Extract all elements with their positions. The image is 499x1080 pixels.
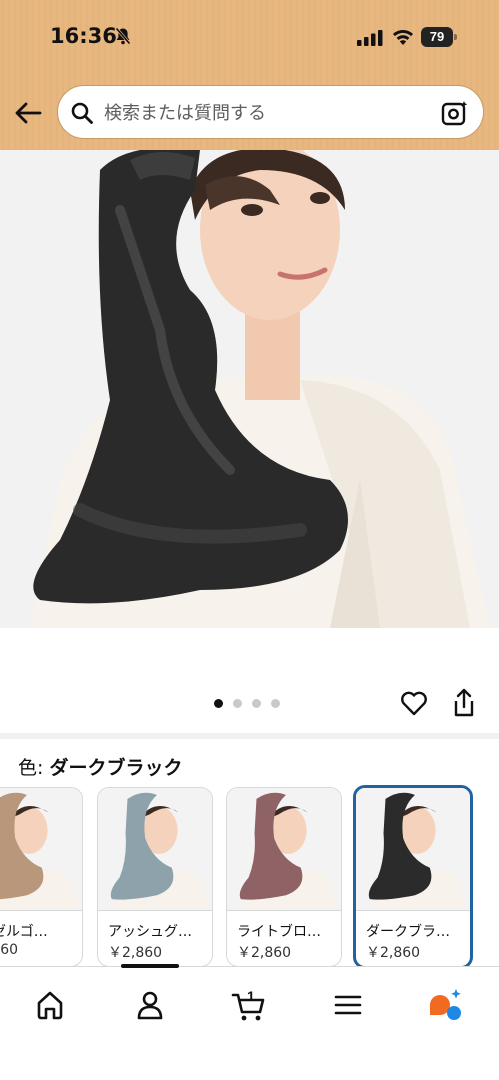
battery-icon: 79 bbox=[421, 27, 457, 47]
section-divider bbox=[0, 733, 499, 739]
product-image[interactable] bbox=[0, 150, 499, 628]
home-icon bbox=[37, 991, 63, 1020]
cellular-signal-icon bbox=[357, 30, 383, 46]
nav-profile[interactable] bbox=[130, 985, 170, 1025]
swatch-price: 2,860 bbox=[0, 942, 19, 958]
swatch-price: ￥2,860 bbox=[237, 945, 292, 961]
color-swatch-option[interactable]: ライトブロ… ￥2,860 bbox=[226, 787, 342, 967]
cart-count: 1 bbox=[247, 988, 255, 1004]
pager-dot-2[interactable] bbox=[233, 699, 242, 708]
swatch-price: ￥2,860 bbox=[108, 945, 163, 961]
profile-icon bbox=[137, 991, 163, 1020]
image-spacer bbox=[0, 628, 499, 668]
color-swatch-list: ーゼルゴ… 2,860 アッシュグ… ￥2,860 bbox=[0, 785, 499, 970]
swatch-name: アッシュグ… bbox=[108, 924, 192, 940]
swatch-photo-illustration bbox=[227, 789, 341, 909]
nav-menu[interactable] bbox=[328, 985, 368, 1025]
status-bar: 16:36 79 bbox=[0, 0, 499, 72]
swatch-thumbnail bbox=[356, 788, 470, 910]
product-photo-illustration bbox=[0, 150, 499, 628]
app-screen: 16:36 79 検索または質問する 色: ダークブラック ルゴ… 60 アッシ… bbox=[0, 0, 499, 1080]
share-icon[interactable] bbox=[452, 688, 476, 718]
wifi-icon bbox=[393, 30, 413, 45]
swatch-name: ーゼルゴ… bbox=[0, 924, 48, 940]
nav-cart[interactable]: 1 bbox=[229, 985, 269, 1025]
menu-icon bbox=[334, 995, 362, 1015]
battery-level: 79 bbox=[421, 27, 453, 47]
pager-dot-3[interactable] bbox=[252, 699, 261, 708]
search-input[interactable] bbox=[104, 98, 424, 128]
swatch-price: ￥2,860 bbox=[366, 945, 421, 961]
camera-lens-icon[interactable] bbox=[441, 100, 469, 126]
status-time: 16:36 bbox=[50, 24, 117, 48]
swatch-photo-illustration bbox=[0, 789, 82, 909]
swatch-photo-illustration bbox=[98, 789, 212, 909]
arrow-left-icon[interactable] bbox=[12, 97, 44, 129]
pager-dot-4[interactable] bbox=[271, 699, 280, 708]
heart-icon[interactable] bbox=[400, 690, 428, 716]
magnifier-icon bbox=[71, 102, 93, 124]
color-swatch-option[interactable]: アッシュグ… ￥2,860 bbox=[97, 787, 213, 967]
active-tab-indicator bbox=[121, 964, 179, 968]
search-bar[interactable] bbox=[57, 85, 484, 139]
assistant-icon bbox=[430, 989, 461, 1020]
swatch-thumbnail bbox=[227, 788, 341, 910]
swatch-thumbnail bbox=[98, 788, 212, 910]
variation-label: 色: ダークブラック bbox=[18, 753, 182, 780]
nav-home[interactable] bbox=[30, 985, 70, 1025]
bottom-nav: 1 bbox=[0, 964, 499, 1080]
variation-label-prefix: 色: bbox=[18, 757, 50, 779]
color-swatch-option-selected[interactable]: ダークブラ… ￥2,860 bbox=[353, 785, 473, 969]
swatch-name: ダークブラ… bbox=[366, 924, 450, 940]
color-swatch-option[interactable]: ーゼルゴ… 2,860 bbox=[0, 787, 83, 967]
swatch-thumbnail bbox=[0, 788, 82, 910]
swatch-name: ライトブロ… bbox=[237, 924, 321, 940]
bell-slash-icon bbox=[115, 27, 131, 45]
image-pager[interactable] bbox=[214, 699, 280, 709]
swatch-photo-illustration bbox=[356, 789, 470, 909]
nav-assistant[interactable] bbox=[425, 985, 465, 1025]
pager-dot-1[interactable] bbox=[214, 699, 223, 708]
variation-selected-value: ダークブラック bbox=[49, 757, 183, 779]
